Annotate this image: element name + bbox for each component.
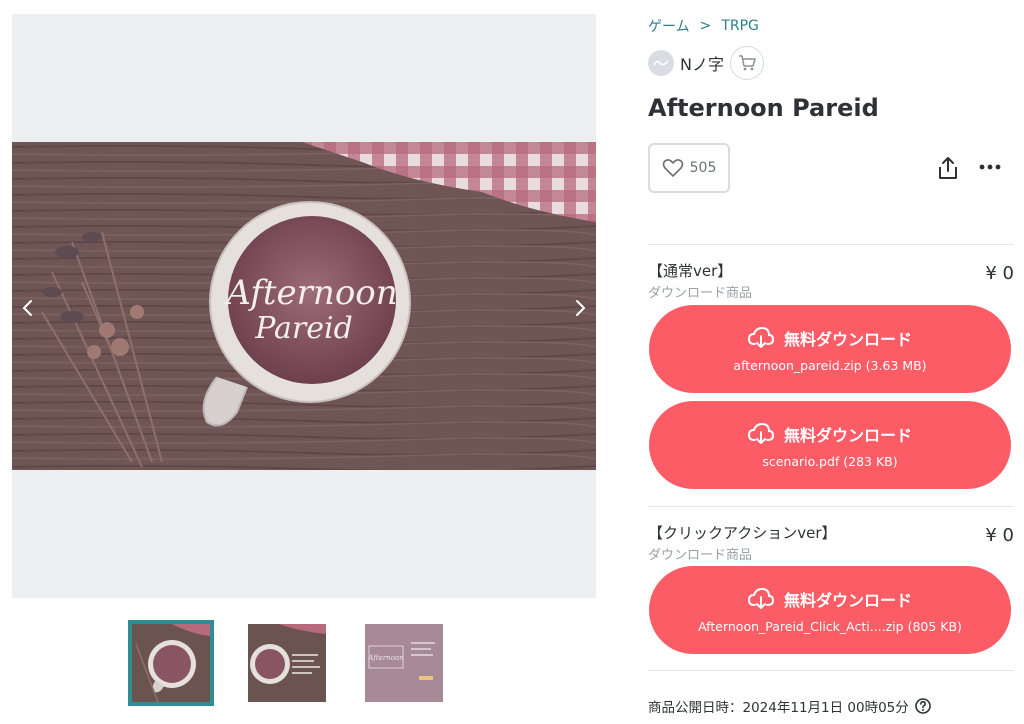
more-horizontal-icon [979, 164, 1001, 170]
breadcrumb-subcategory-link[interactable]: TRPG [721, 18, 759, 34]
help-icon[interactable] [914, 698, 931, 714]
more-options-button[interactable] [978, 155, 1002, 181]
download-label: 無料ダウンロード [783, 590, 912, 610]
scribble-avatar-icon [653, 60, 669, 66]
breadcrumb: ゲーム > TRPG [648, 16, 759, 36]
cart-icon [738, 55, 756, 71]
download-filename: afternoon_pareid.zip (3.63 MB) [733, 357, 927, 373]
heart-icon [662, 159, 683, 177]
free-download-button[interactable]: 無料ダウンロード afternoon_pareid.zip (3.63 MB) [649, 305, 1011, 393]
breadcrumb-category-link[interactable]: ゲーム [648, 16, 690, 36]
divider [648, 670, 1014, 671]
shop-name-link[interactable]: Nノ字 [680, 51, 724, 75]
shop-cart-button[interactable] [729, 46, 764, 80]
cloud-download-icon [747, 587, 774, 609]
cover-title-line2: Pareid [254, 311, 353, 346]
chevron-right-icon [576, 300, 586, 316]
free-download-button[interactable]: 無料ダウンロード scenario.pdf (283 KB) [649, 401, 1011, 489]
variant-type: ダウンロード商品 [648, 548, 753, 563]
shop-avatar[interactable] [648, 50, 674, 76]
like-count: 505 [689, 160, 717, 176]
thumbnail-2[interactable] [248, 624, 326, 702]
thumbnail-3[interactable]: Afternoon [365, 624, 443, 702]
share-icon [939, 157, 957, 179]
thumbnail-1[interactable] [128, 620, 214, 706]
free-download-button[interactable]: 無料ダウンロード Afternoon_Pareid_Click_Acti....… [649, 566, 1011, 654]
previous-image-button[interactable] [15, 296, 39, 320]
variant-price: ¥ 0 [985, 525, 1014, 546]
share-button[interactable] [936, 155, 960, 181]
like-button[interactable]: 505 [648, 143, 730, 193]
variant-price: ¥ 0 [985, 263, 1014, 284]
download-filename: Afternoon_Pareid_Click_Acti....zip (805 … [698, 618, 962, 634]
download-filename: scenario.pdf (283 KB) [762, 453, 898, 469]
divider [648, 244, 1014, 245]
svg-text:Afternoon: Afternoon [367, 654, 404, 662]
cloud-download-icon [747, 422, 774, 444]
product-main-image[interactable]: Afternoon Pareid [12, 142, 596, 470]
shop-info: Nノ字 [648, 46, 764, 80]
publish-date: 商品公開日時：2024年11月1日 00時05分 [648, 696, 931, 716]
breadcrumb-separator: > [699, 18, 712, 34]
divider [648, 506, 1014, 507]
publish-date-text: 商品公開日時：2024年11月1日 00時05分 [648, 700, 909, 716]
cover-title-line1: Afternoon [223, 273, 397, 313]
chevron-left-icon [22, 300, 32, 316]
product-title: Afternoon Pareid [648, 94, 879, 122]
cloud-download-icon [747, 326, 774, 348]
variant-name: 【クリックアクションver】 [648, 524, 837, 542]
variant-name: 【通常ver】 [648, 262, 733, 280]
variant-type: ダウンロード商品 [648, 286, 753, 301]
download-label: 無料ダウンロード [783, 329, 912, 349]
image-gallery: Afternoon Pareid [12, 14, 596, 598]
download-label: 無料ダウンロード [783, 425, 912, 445]
next-image-button[interactable] [569, 296, 593, 320]
